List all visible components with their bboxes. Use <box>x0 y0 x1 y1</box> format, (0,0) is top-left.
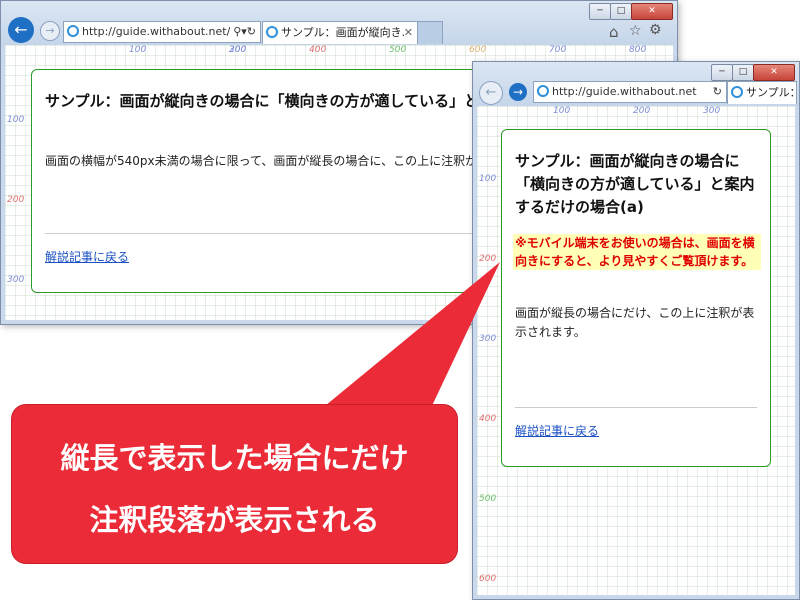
ie-logo-icon <box>67 25 79 37</box>
callout-line-2: 注釈段落が表示される <box>89 503 380 537</box>
tab-title: サンプル：画面が縦向き... <box>281 26 413 39</box>
back-to-article-link[interactable]: 解説記事に戻る <box>45 248 129 265</box>
ruler-label: 100 <box>553 106 571 116</box>
ruler-label: 700 <box>549 45 567 55</box>
ruler-label: 400 <box>309 45 327 55</box>
address-url: http://guide.withabout.net <box>552 85 697 98</box>
search-icon[interactable]: ⚲▾↻ <box>230 22 256 42</box>
minimize-icon[interactable]: ─ <box>589 3 611 20</box>
forward-arrow-icon[interactable]: → <box>509 83 527 101</box>
callout-box: 縦長で表示した場合にだけ 注釈段落が表示される <box>12 405 457 563</box>
forward-arrow-icon[interactable]: → <box>40 21 60 41</box>
minimize-icon[interactable]: ─ <box>711 64 733 81</box>
card-body: 画面が縦長の場合にだけ、この上に注釈が表示されます。 <box>515 306 755 339</box>
back-arrow-icon[interactable]: ← <box>8 17 34 43</box>
card-title: サンプル：画面が縦向きの場合に「横向きの方が適している」と案内するだけの場合(a… <box>515 152 755 216</box>
ruler-label: 300 <box>703 106 721 116</box>
address-url: http://guide.withabout.net/i <box>82 25 234 38</box>
close-icon[interactable]: ✕ <box>403 22 413 44</box>
ruler-label: 600 <box>479 574 497 584</box>
tab-title: サンプル： <box>746 86 797 99</box>
close-window-button[interactable]: ✕ <box>631 3 673 20</box>
ie-logo-icon <box>266 26 278 38</box>
ruler-label: 600 <box>469 45 487 55</box>
ruler-label: 500 <box>389 45 407 55</box>
browser-toolbar: ← → http://guide.withabout.net/i ⚲▾↻ サンプ… <box>1 1 677 45</box>
tab-active[interactable]: サンプル： <box>727 81 797 104</box>
refresh-icon[interactable]: ↻ <box>710 82 722 102</box>
back-to-article-link[interactable]: 解説記事に戻る <box>515 422 599 439</box>
ruler-label: 100 <box>479 174 497 184</box>
browser-window-portrait: ─ □ ✕ ← → http://guide.withabout.net ↻ サ… <box>472 61 800 600</box>
tab-active[interactable]: サンプル：画面が縦向き... ✕ <box>262 21 418 44</box>
notice-box: ※モバイル端末をお使いの場合は、画面を横向きにすると、より見やすくご覧頂けます。 <box>513 234 761 270</box>
ruler-horizontal: 100 200 300 400 500 600 700 800 <box>5 45 673 55</box>
ruler-label: 500 <box>479 494 497 504</box>
star-icon[interactable]: ☆ <box>629 23 642 39</box>
notice-text: ※モバイル端末をお使いの場合は、画面を横向きにすると、より見やすくご覧頂けます。 <box>513 234 761 270</box>
address-bar[interactable]: http://guide.withabout.net ↻ <box>533 81 727 103</box>
ie-logo-icon <box>731 86 743 98</box>
ruler-label: 200 <box>479 254 497 264</box>
maximize-icon[interactable]: □ <box>732 64 754 81</box>
ruler-label: 100 <box>7 115 25 125</box>
ruler-label: 300 <box>7 275 25 285</box>
new-tab-button[interactable] <box>417 21 443 44</box>
ruler-label: 400 <box>479 414 497 424</box>
back-arrow-icon[interactable]: ← <box>479 81 503 105</box>
browser-toolbar: ─ □ ✕ ← → http://guide.withabout.net ↻ サ… <box>473 62 799 106</box>
ie-logo-icon <box>537 85 549 97</box>
ruler-label: 300 <box>479 334 497 344</box>
page-content: 100 200 300 100 200 300 400 500 600 サンプル… <box>477 106 795 595</box>
divider <box>515 407 757 408</box>
callout-line-1: 縦長で表示した場合にだけ <box>60 441 409 475</box>
ruler-horizontal: 100 200 300 <box>477 106 795 116</box>
gear-icon[interactable]: ⚙ <box>649 22 662 38</box>
content-card: サンプル：画面が縦向きの場合に「横向きの方が適している」と案内するだけの場合(a… <box>501 129 771 467</box>
address-bar[interactable]: http://guide.withabout.net/i ⚲▾↻ <box>63 21 261 43</box>
ruler-label: 100 <box>129 45 147 55</box>
home-icon[interactable]: ⌂ <box>609 23 619 41</box>
close-window-button[interactable]: ✕ <box>753 64 795 81</box>
ruler-label: 300 <box>229 45 247 55</box>
ruler-label: 200 <box>633 106 651 116</box>
ruler-label: 200 <box>7 195 25 205</box>
maximize-icon[interactable]: □ <box>610 3 632 20</box>
ruler-label: 800 <box>629 45 647 55</box>
